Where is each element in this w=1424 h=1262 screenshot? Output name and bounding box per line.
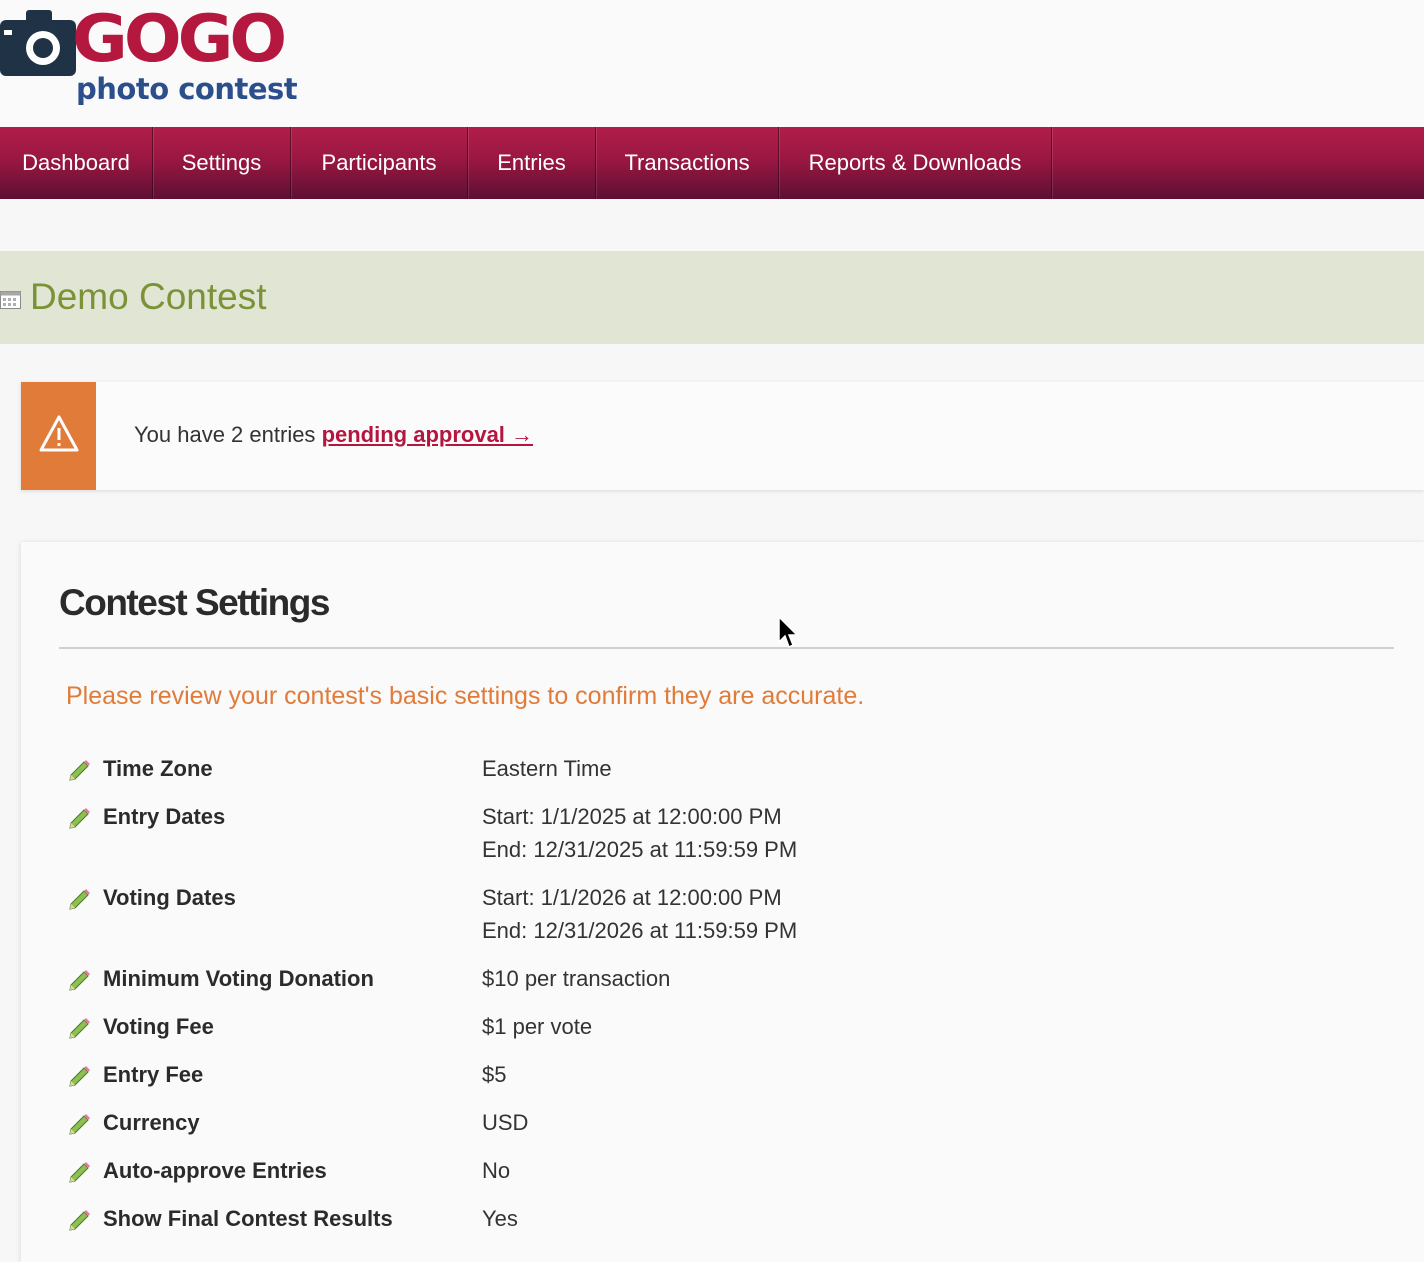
setting-value: Yes xyxy=(482,1202,518,1235)
setting-label: Time Zone xyxy=(103,756,213,781)
setting-value-line: End: 12/31/2025 at 11:59:59 PM xyxy=(482,837,798,862)
nav-dashboard[interactable]: Dashboard xyxy=(0,127,153,199)
setting-value-line: End: 12/31/2026 at 11:59:59 PM xyxy=(482,918,798,943)
divider xyxy=(59,647,1394,649)
setting-label: Show Final Contest Results xyxy=(103,1206,393,1231)
setting-value-line: Eastern Time xyxy=(482,756,612,781)
alert-icon-box xyxy=(21,382,96,490)
nav-transactions[interactable]: Transactions xyxy=(596,127,779,199)
logo[interactable]: GOGO photo contest xyxy=(0,2,300,106)
contest-settings-card: Contest Settings Please review your cont… xyxy=(21,542,1424,1262)
logo-subtitle: photo contest xyxy=(76,72,298,106)
warning-icon xyxy=(39,415,79,452)
setting-value-line: Start: 1/1/2025 at 12:00:00 PM xyxy=(482,804,782,829)
pencil-icon[interactable] xyxy=(66,1160,92,1186)
setting-value: $1 per vote xyxy=(482,1010,592,1043)
pencil-icon[interactable] xyxy=(66,1208,92,1234)
setting-value-line: USD xyxy=(482,1110,529,1135)
logo-wordmark: GOGO xyxy=(72,1,287,78)
page-title: Demo Contest xyxy=(30,276,267,317)
main-nav: Dashboard Settings Participants Entries … xyxy=(0,127,1424,199)
setting-label: Currency xyxy=(103,1110,200,1135)
pending-approval-alert: You have 2 entries pending approval → xyxy=(21,382,1424,490)
pencil-icon[interactable] xyxy=(66,758,92,784)
setting-value-line: $10 per transaction xyxy=(482,966,671,991)
setting-value: Start: 1/1/2025 at 12:00:00 PM End: 12/3… xyxy=(482,800,797,866)
alert-message: You have 2 entries pending approval → xyxy=(134,422,533,448)
pencil-icon[interactable] xyxy=(66,1064,92,1090)
setting-label: Voting Fee xyxy=(103,1014,214,1039)
setting-label: Minimum Voting Donation xyxy=(103,966,374,991)
contest-title-bar: Demo Contest xyxy=(0,251,1424,344)
setting-label: Entry Dates xyxy=(103,804,226,829)
setting-value: USD xyxy=(482,1106,528,1139)
setting-value-line: $1 per vote xyxy=(482,1014,593,1039)
setting-value-line: No xyxy=(482,1158,511,1183)
setting-value: Eastern Time xyxy=(482,752,612,785)
pencil-icon[interactable] xyxy=(66,887,92,913)
pencil-icon[interactable] xyxy=(66,1016,92,1042)
header: GOGO photo contest xyxy=(0,0,1424,127)
pending-approval-link[interactable]: pending approval → xyxy=(322,422,533,447)
nav-entries[interactable]: Entries xyxy=(468,127,596,199)
setting-label: Voting Dates xyxy=(103,885,236,910)
setting-label: Entry Fee xyxy=(103,1062,204,1087)
setting-value: No xyxy=(482,1154,510,1187)
setting-value: $10 per transaction xyxy=(482,962,670,995)
setting-value-line: Yes xyxy=(482,1206,518,1231)
setting-value-line: Start: 1/1/2026 at 12:00:00 PM xyxy=(482,885,782,910)
setting-label: Auto-approve Entries xyxy=(103,1158,327,1183)
setting-value-line: $5 xyxy=(482,1062,507,1087)
nav-settings[interactable]: Settings xyxy=(153,127,291,199)
settings-notice: Please review your contest's basic setti… xyxy=(66,682,865,710)
card-title: Contest Settings xyxy=(59,582,330,623)
calendar-icon xyxy=(0,291,21,309)
pencil-icon[interactable] xyxy=(66,968,92,994)
nav-participants[interactable]: Participants xyxy=(291,127,468,199)
setting-value: $5 xyxy=(482,1058,506,1091)
pencil-icon[interactable] xyxy=(66,806,92,832)
setting-value: Start: 1/1/2026 at 12:00:00 PM End: 12/3… xyxy=(482,881,797,947)
pencil-icon[interactable] xyxy=(66,1112,92,1138)
camera-icon xyxy=(0,10,76,76)
nav-reports-downloads[interactable]: Reports & Downloads xyxy=(779,127,1052,199)
alert-text: You have 2 entries xyxy=(134,422,322,447)
mouse-cursor-icon xyxy=(778,616,799,649)
